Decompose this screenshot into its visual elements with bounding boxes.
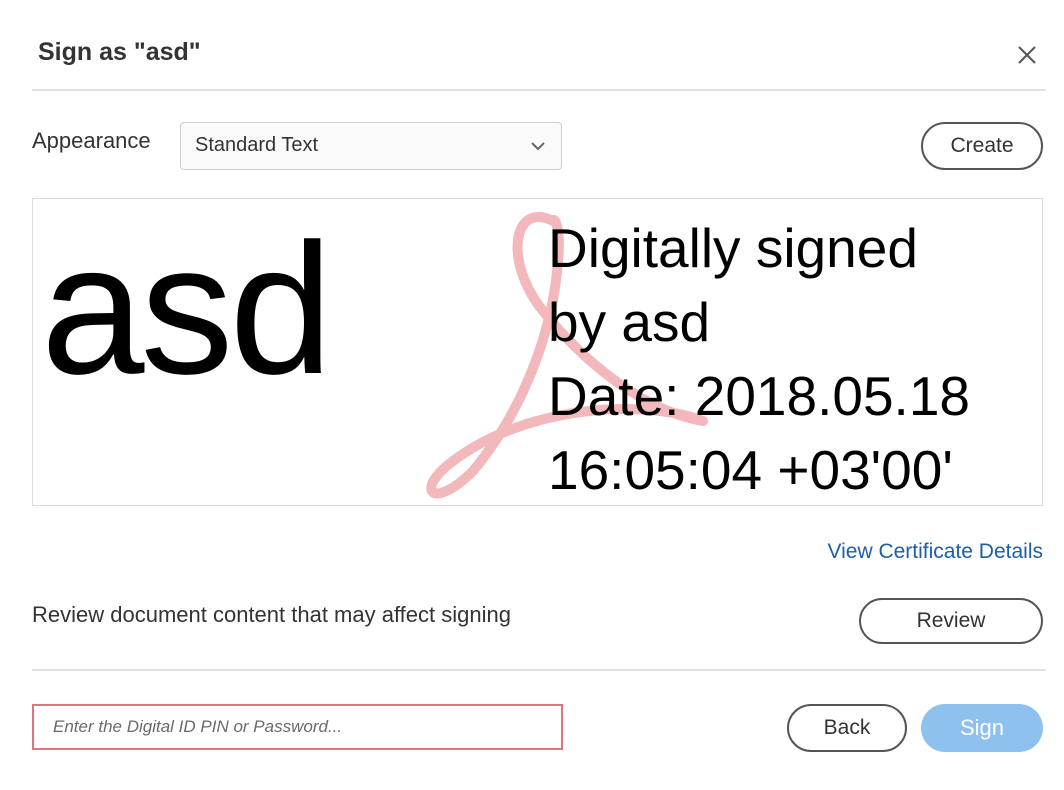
appearance-label: Appearance (32, 128, 151, 153)
close-icon[interactable] (1016, 44, 1038, 66)
view-certificate-link[interactable]: View Certificate Details (827, 540, 1043, 564)
signature-detail-line: by asd (548, 291, 711, 353)
appearance-select[interactable]: Standard Text (180, 122, 562, 170)
review-button[interactable]: Review (859, 598, 1043, 644)
signature-preview: asd Digitally signed by asd Date: 2018.0… (32, 198, 1043, 506)
back-button[interactable]: Back (787, 704, 907, 752)
signature-details: Digitally signed by asd Date: 2018.05.18… (548, 211, 971, 505)
sign-button[interactable]: Sign (921, 704, 1043, 752)
chevron-down-icon (529, 139, 547, 153)
appearance-select-value: Standard Text (195, 134, 319, 156)
header-divider (32, 89, 1046, 91)
signature-detail-line: Date: 2018.05.18 (548, 365, 971, 427)
dialog-title: Sign as "asd" (38, 38, 201, 66)
create-button[interactable]: Create (921, 122, 1043, 170)
signature-detail-line: Digitally signed (548, 217, 918, 279)
pin-password-input[interactable] (32, 704, 563, 750)
sign-dialog: Sign as "asd" Appearance Standard Text C… (0, 0, 1064, 790)
signature-detail-line: 16:05:04 +03'00' (548, 439, 953, 501)
signature-name: asd (41, 206, 333, 413)
footer-divider (32, 669, 1046, 671)
review-description: Review document content that may affect … (32, 602, 511, 627)
